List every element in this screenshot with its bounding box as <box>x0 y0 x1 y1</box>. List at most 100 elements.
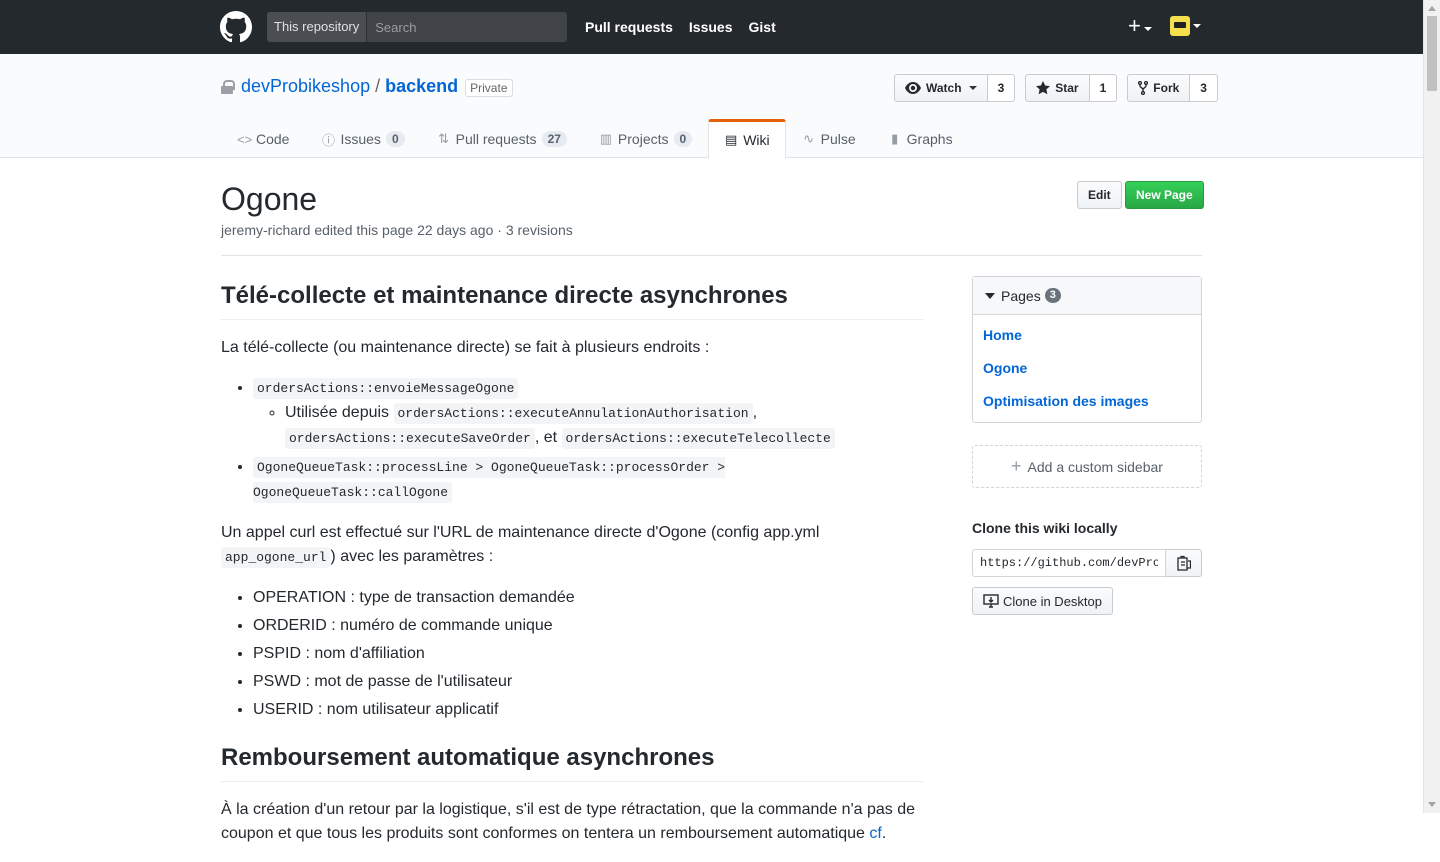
plus-icon: + <box>1011 456 1022 476</box>
cf-link[interactable]: cf <box>869 825 881 842</box>
watchers-count[interactable]: 3 <box>987 74 1016 102</box>
tab-pulse-label: Pulse <box>820 131 856 147</box>
inline-code: ordersActions::executeSaveOrder <box>285 428 535 449</box>
nav-issues[interactable]: Issues <box>689 19 733 35</box>
header-actions: + <box>1128 15 1201 37</box>
pulse-icon: ∿ <box>803 131 815 146</box>
clone-url-input[interactable] <box>972 549 1166 577</box>
list-item: ORDERID : numéro de commande unique <box>253 614 923 638</box>
repo-header: devProbikeshop / backend Private Watch 3… <box>0 54 1423 159</box>
tab-pull-requests-label: Pull requests <box>455 131 537 147</box>
fork-button[interactable]: Fork <box>1127 74 1191 102</box>
paragraph-text: À la création d'un retour par la logisti… <box>221 801 916 842</box>
lock-icon <box>221 79 235 94</box>
page-title: Ogone <box>221 181 318 217</box>
list-text: Utilisée depuis <box>285 404 394 421</box>
github-logo-icon[interactable] <box>220 11 252 43</box>
book-icon: ▤ <box>725 132 738 147</box>
project-icon: ▥ <box>599 131 613 146</box>
pages-box: Pages 3 Home Ogone Optimisation des imag… <box>972 276 1202 423</box>
create-new-button[interactable]: + <box>1128 15 1152 37</box>
list-text: , <box>752 404 758 421</box>
nested-list: Utilisée depuis ordersActions::executeAn… <box>253 401 923 451</box>
tab-projects-label: Projects <box>617 131 669 147</box>
pages-toggle[interactable]: Pages 3 <box>973 277 1201 315</box>
clone-url-group <box>972 549 1202 577</box>
list-item: ordersActions::envoieMessageOgone Utilis… <box>253 376 923 451</box>
tab-code[interactable]: <> Code <box>221 118 305 158</box>
pull-requests-counter: 27 <box>541 131 567 147</box>
forks-count[interactable]: 3 <box>1190 74 1218 102</box>
inline-code: app_ogone_url <box>221 547 331 568</box>
list-item: USERID : nom utilisateur applicatif <box>253 698 923 722</box>
avatar <box>1169 16 1190 36</box>
private-badge: Private <box>465 78 513 97</box>
new-page-button[interactable]: New Page <box>1125 181 1204 209</box>
repo-owner-link[interactable]: devProbikeshop <box>241 76 370 97</box>
page-link-ogone[interactable]: Ogone <box>973 352 1201 385</box>
pages-list: Home Ogone Optimisation des images <box>973 315 1201 422</box>
search-scope-label[interactable]: This repository <box>267 12 368 42</box>
nav-gist[interactable]: Gist <box>749 19 776 35</box>
repo-nav: <> Code ⓘ Issues 0 ⇅ Pull requests 27 ▥ … <box>221 118 969 159</box>
paragraph-text: . <box>881 825 887 842</box>
repo-actions: Watch 3 Star 1 Fork 3 <box>894 74 1218 102</box>
scrollbar-thumb[interactable] <box>1427 16 1437 91</box>
code-icon: <> <box>237 131 253 147</box>
list-item: OPERATION : type de transaction demandée <box>253 586 923 610</box>
tab-graphs[interactable]: ▮ Graphs <box>872 118 969 158</box>
list: ordersActions::envoieMessageOgone Utilis… <box>221 376 923 505</box>
issues-counter: 0 <box>385 131 405 147</box>
search-bar: This repository <box>267 12 567 42</box>
stargazers-count[interactable]: 1 <box>1089 74 1118 102</box>
page-link-optimisation[interactable]: Optimisation des images <box>973 385 1201 418</box>
tab-issues-label: Issues <box>340 131 381 147</box>
watch-label: Watch <box>926 81 962 95</box>
copy-clone-url-button[interactable] <box>1166 549 1202 577</box>
edit-button[interactable]: Edit <box>1077 181 1122 209</box>
page-scrollbar[interactable] <box>1423 0 1440 813</box>
paragraph: À la création d'un retour par la logisti… <box>221 798 923 846</box>
watch-button[interactable]: Watch <box>894 74 988 102</box>
inline-code: ordersActions::executeAnnulationAuthoris… <box>393 403 753 424</box>
add-custom-sidebar-button[interactable]: + Add a custom sidebar <box>972 445 1202 488</box>
scroll-down-arrow-icon[interactable] <box>1428 802 1436 807</box>
tab-pull-requests[interactable]: ⇅ Pull requests 27 <box>421 118 583 158</box>
wiki-content: Télé-collecte et maintenance directe asy… <box>221 276 923 862</box>
section-heading: Remboursement automatique asynchrones <box>221 738 923 782</box>
nav-pull-requests[interactable]: Pull requests <box>585 19 673 35</box>
pages-label: Pages <box>1001 287 1041 304</box>
projects-counter: 0 <box>673 131 693 147</box>
list-item: PSPID : nom d'affiliation <box>253 642 923 666</box>
clone-in-desktop-label: Clone in Desktop <box>1003 593 1102 609</box>
graph-icon: ▮ <box>891 131 899 146</box>
clone-in-desktop-button[interactable]: Clone in Desktop <box>972 587 1113 615</box>
add-custom-sidebar-label: Add a custom sidebar <box>1027 458 1163 475</box>
list-item: Utilisée depuis ordersActions::executeAn… <box>285 401 923 451</box>
caret-down-icon <box>1143 27 1152 32</box>
top-nav: Pull requests Issues Gist <box>585 0 776 54</box>
page-link-home[interactable]: Home <box>973 319 1201 352</box>
tab-issues[interactable]: ⓘ Issues 0 <box>305 118 420 158</box>
scroll-up-arrow-icon[interactable] <box>1428 6 1436 11</box>
star-icon <box>1036 81 1051 95</box>
star-button[interactable]: Star <box>1025 74 1090 102</box>
list-item: PSWD : mot de passe de l'utilisateur <box>253 670 923 694</box>
fork-group: Fork 3 <box>1127 74 1218 102</box>
section-heading: Télé-collecte et maintenance directe asy… <box>221 276 923 320</box>
inline-code: ordersActions::envoieMessageOgone <box>253 378 519 399</box>
tab-projects[interactable]: ▥ Projects 0 <box>583 118 708 158</box>
list-text: , et <box>534 429 562 446</box>
page-meta: jeremy-richard edited this page 22 days … <box>221 222 573 238</box>
user-menu-button[interactable] <box>1169 16 1201 36</box>
tab-graphs-label: Graphs <box>906 131 953 147</box>
watch-group: Watch 3 <box>894 74 1016 102</box>
search-input[interactable] <box>367 12 567 42</box>
paragraph-text: Un appel curl est effectué sur l'URL de … <box>221 524 820 541</box>
repo-name-link[interactable]: backend <box>385 76 458 97</box>
list-item: OgoneQueueTask::processLine > OgoneQueue… <box>253 455 923 505</box>
plus-icon: + <box>1128 13 1141 38</box>
tab-wiki[interactable]: ▤ Wiki <box>708 119 786 159</box>
tab-pulse[interactable]: ∿ Pulse <box>786 118 872 158</box>
clone-title: Clone this wiki locally <box>972 520 1118 536</box>
